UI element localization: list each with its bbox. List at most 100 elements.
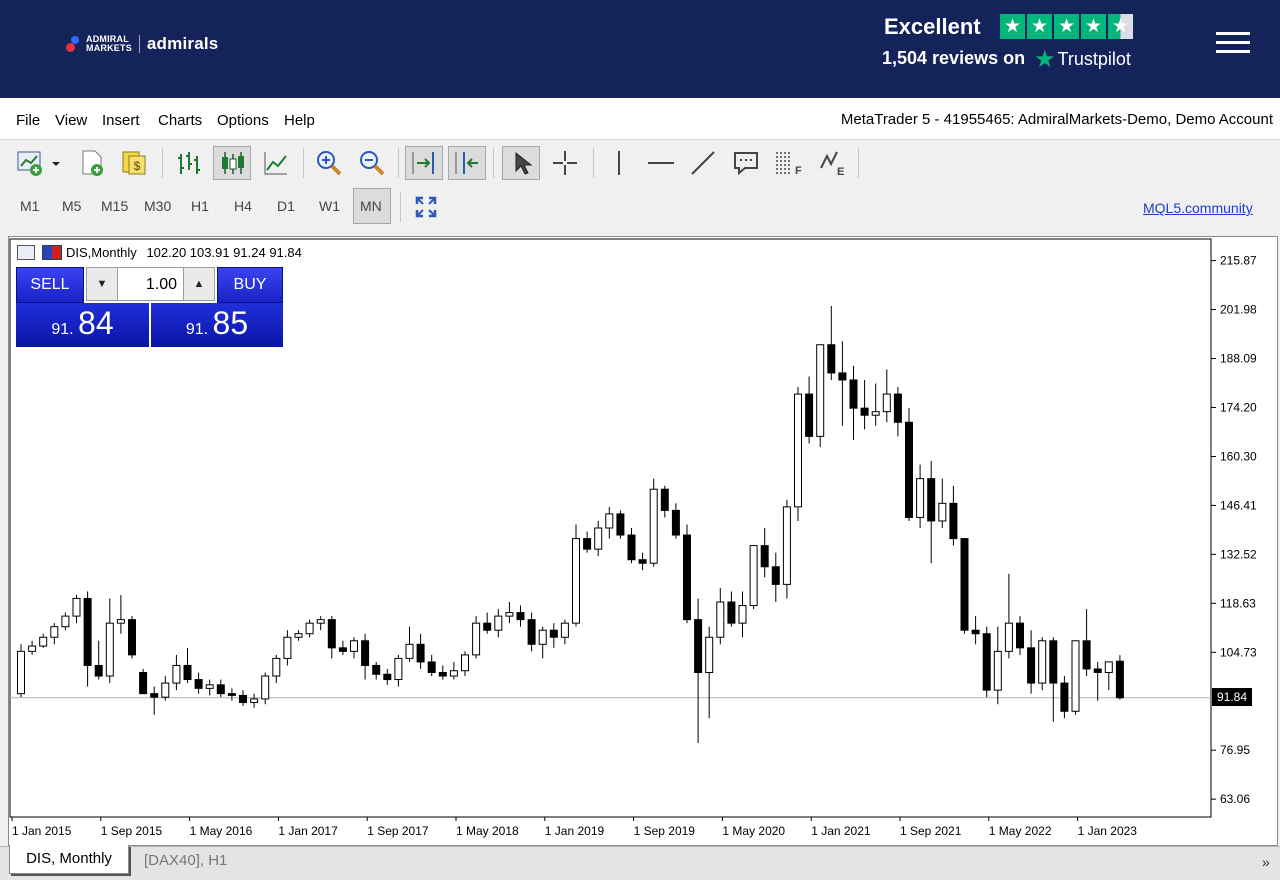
menu-options[interactable]: Options (217, 112, 269, 129)
tab-scroll-more-icon[interactable]: » (1262, 854, 1270, 870)
bearish-candle (94, 664, 103, 677)
buy-price[interactable]: 91. 85 (151, 303, 283, 347)
bearish-candle (549, 629, 558, 638)
timeframe-mn[interactable]: MN (360, 198, 382, 214)
elliott-wave-icon[interactable]: E (815, 146, 849, 180)
bearish-candle (960, 538, 969, 631)
line-chart-icon[interactable] (259, 146, 293, 180)
bullish-candle (161, 682, 170, 698)
timeframe-m5[interactable]: M5 (62, 198, 81, 214)
tab-dax40-h1[interactable]: [DAX40], H1 (144, 852, 227, 869)
trustpilot-rating: Excellent (884, 14, 981, 39)
toolbar-separator (493, 148, 494, 178)
sell-button[interactable]: SELL (16, 267, 84, 303)
fullscreen-icon[interactable] (409, 190, 443, 224)
trustpilot-stars: ★ ★ ★ ★ ★ (1000, 14, 1133, 39)
zoom-out-icon[interactable] (355, 146, 389, 180)
bearish-candle (583, 538, 592, 550)
bullish-candle (461, 654, 469, 672)
lot-size-stepper[interactable]: ▼ 1.00 ▲ (86, 267, 215, 301)
bearish-candle (239, 694, 247, 703)
bearish-candle (660, 488, 669, 511)
timeframe-d1[interactable]: D1 (277, 198, 295, 214)
admirals-logo[interactable]: ADMIRAL MARKETS admirals (66, 34, 218, 54)
tab-dis-monthly[interactable]: DIS, Monthly (9, 845, 129, 874)
bearish-candle (1082, 640, 1091, 670)
hamburger-menu-icon[interactable] (1216, 32, 1250, 54)
vertical-line-icon[interactable] (602, 146, 636, 180)
bearish-candle (949, 502, 958, 540)
chart-shift-icon[interactable] (405, 146, 443, 180)
trustpilot-logo[interactable]: ★ Trustpilot (1034, 45, 1131, 74)
trustpilot-reviews[interactable]: 1,504 reviews on (882, 48, 1025, 69)
bearish-candle (760, 545, 769, 568)
menu-charts[interactable]: Charts (158, 112, 202, 129)
star-icon: ★ (1027, 14, 1052, 39)
bullish-candle (350, 640, 358, 652)
chart-window-icon (17, 245, 35, 260)
x-axis-tick-label: 1 Sep 2021 (900, 824, 962, 838)
menu-insert[interactable]: Insert (102, 112, 140, 129)
bullish-candle (250, 698, 259, 703)
timeframe-h1[interactable]: H1 (191, 198, 209, 214)
x-axis-tick-label: 1 Sep 2017 (367, 824, 429, 838)
bullish-candle (472, 622, 481, 656)
x-axis-tick-label: 1 Jan 2017 (278, 824, 338, 838)
account-info: MetaTrader 5 - 41955465: AdmiralMarkets-… (840, 111, 1273, 128)
y-axis-tick-label: 76.95 (1220, 743, 1250, 757)
fibonacci-icon[interactable]: F (771, 146, 805, 180)
trustpilot-name: Trustpilot (1057, 49, 1131, 69)
trend-line-icon[interactable] (686, 146, 720, 180)
text-label-icon[interactable] (729, 146, 763, 180)
timeframe-m1[interactable]: M1 (20, 198, 39, 214)
bearish-candle (338, 647, 347, 652)
y-axis-tick-label: 188.09 (1220, 352, 1257, 366)
candlestick-icon[interactable] (213, 146, 251, 180)
buy-button[interactable]: BUY (217, 267, 283, 303)
zoom-in-icon[interactable] (312, 146, 346, 180)
one-click-trading-panel: SELL ▼ 1.00 ▲ BUY 91. 84 91. 85 (16, 267, 283, 347)
bearish-candle (427, 661, 436, 673)
crosshair-icon[interactable] (548, 146, 582, 180)
new-chart-icon[interactable] (14, 146, 62, 180)
bearish-candle (139, 672, 148, 695)
bullish-candle (716, 601, 725, 638)
bullish-candle (305, 622, 314, 635)
bearish-candle (927, 478, 936, 522)
timeframe-h4[interactable]: H4 (234, 198, 252, 214)
lot-increase-icon[interactable]: ▲ (183, 268, 214, 300)
market-watch-icon[interactable]: $ (117, 146, 151, 180)
timeframe-m15[interactable]: M15 (101, 198, 128, 214)
x-axis-tick-label: 1 May 2022 (989, 824, 1052, 838)
bearish-candle (527, 619, 536, 645)
horizontal-line-icon[interactable] (644, 146, 678, 180)
lot-size-input[interactable]: 1.00 (118, 268, 183, 300)
bullish-candle (572, 538, 580, 624)
chart-symbol: DIS,Monthly (66, 245, 137, 260)
bullish-candle (294, 633, 303, 638)
bullish-candle (39, 636, 48, 647)
menu-help[interactable]: Help (284, 112, 315, 129)
x-axis-tick-label: 1 May 2018 (456, 824, 519, 838)
bearish-candle (1060, 682, 1069, 712)
x-axis-tick-label: 1 May 2016 (190, 824, 253, 838)
bullish-candle (782, 506, 791, 585)
menu-file[interactable]: File (16, 112, 40, 129)
mql5-community-link[interactable]: MQL5.community (1143, 200, 1253, 216)
y-axis-tick-label: 174.20 (1220, 400, 1257, 414)
auto-scroll-icon[interactable] (448, 146, 486, 180)
timeframe-m30[interactable]: M30 (144, 198, 171, 214)
toolbar-separator (400, 192, 401, 222)
lot-decrease-icon[interactable]: ▼ (87, 268, 118, 300)
buy-price-main: 85 (212, 305, 249, 341)
bullish-candle (705, 636, 714, 674)
bearish-candle (128, 619, 136, 656)
cursor-icon[interactable] (502, 146, 540, 180)
timeframe-w1[interactable]: W1 (319, 198, 340, 214)
menu-view[interactable]: View (55, 112, 87, 129)
x-axis-tick-label: 1 Jan 2015 (12, 824, 72, 838)
bar-chart-icon[interactable] (172, 146, 206, 180)
sell-price[interactable]: 91. 84 (16, 303, 149, 347)
new-order-icon[interactable] (75, 146, 109, 180)
bearish-candle (150, 693, 159, 698)
